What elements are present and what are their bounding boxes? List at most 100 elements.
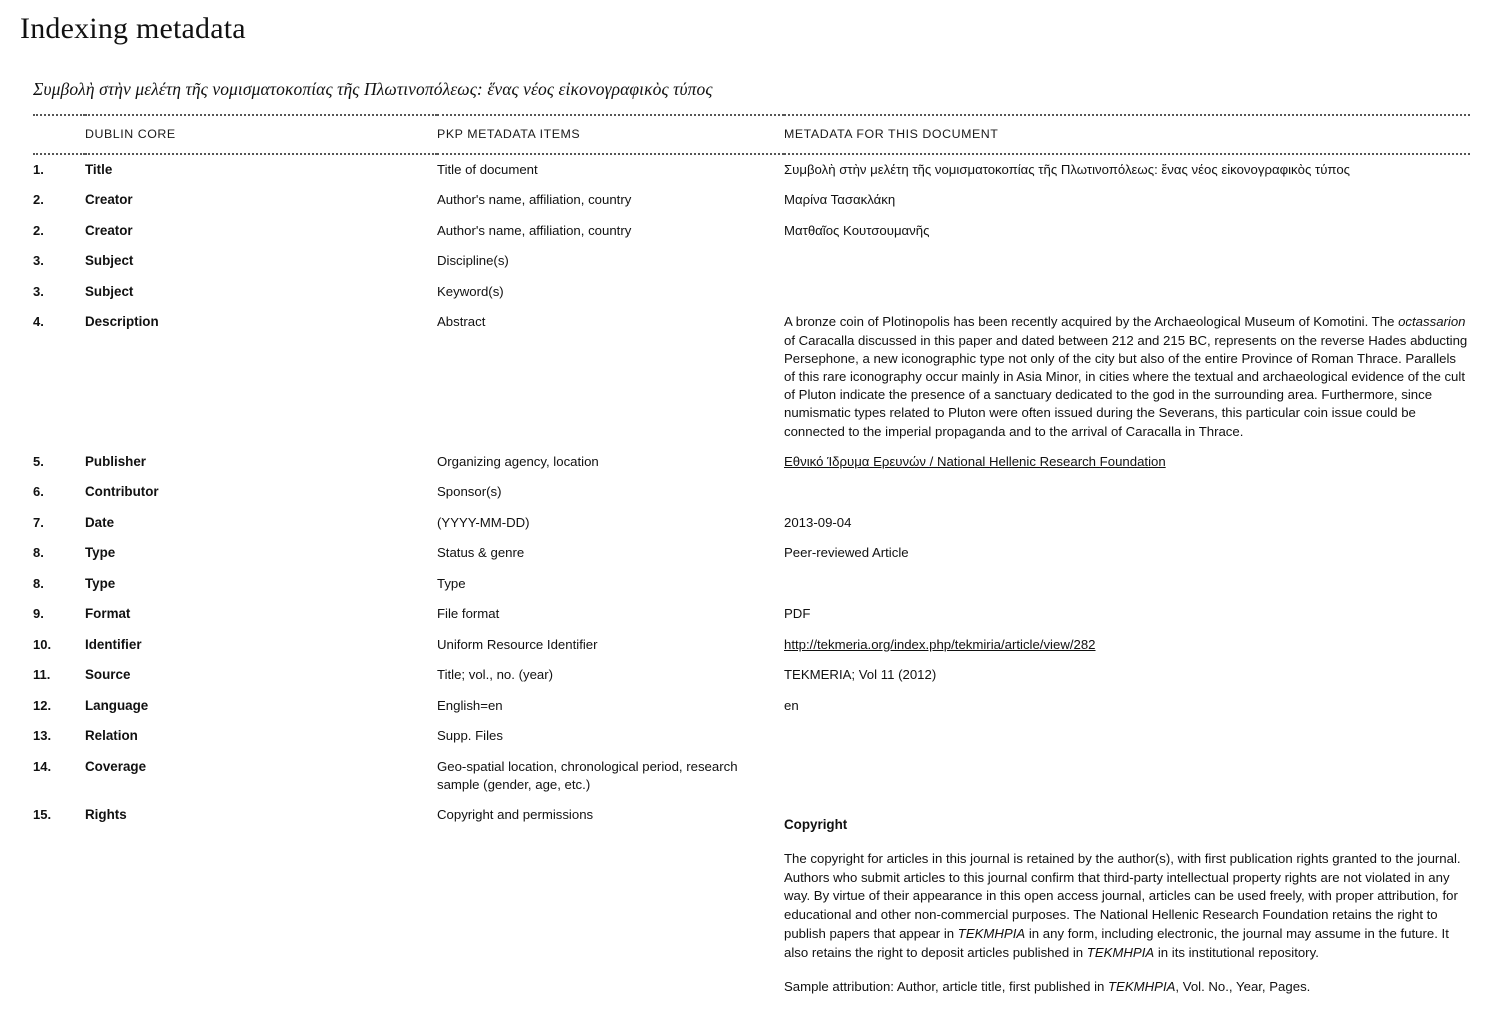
row-pkp-item-label: Uniform Resource Identifier — [437, 636, 598, 652]
row-pkp-item-label: Sponsor(s) — [437, 484, 502, 500]
row-dublin-core-label: Contributor — [85, 484, 159, 500]
row-value-discipline — [784, 246, 1470, 277]
table-row: 9. Format File format PDF — [33, 599, 1470, 630]
table-row: 1. Title Title of document Συμβολὴ στὴν … — [33, 154, 1470, 186]
copyright-block: Copyright The copyright for articles in … — [784, 806, 1470, 997]
row-value-supp-files — [784, 721, 1470, 752]
row-pkp-item-label: English=en — [437, 697, 503, 713]
journal-name-italic: TEKMHPIA — [1108, 979, 1176, 995]
row-pkp-item-label: Type — [437, 575, 466, 591]
row-pkp-item-label: Supp. Files — [437, 728, 503, 744]
row-dublin-core-label: Type — [85, 575, 116, 591]
row-dublin-core-label: Date — [85, 514, 115, 530]
row-value-status-genre: Peer-reviewed Article — [784, 545, 909, 561]
table-row: 2. Creator Author's name, affiliation, c… — [33, 216, 1470, 247]
row-number: 8. — [33, 545, 44, 561]
row-pkp-item-label: Organizing agency, location — [437, 453, 599, 469]
row-pkp-item-label: File format — [437, 606, 500, 622]
journal-name-italic: TEKMHPIA — [957, 925, 1026, 941]
row-value-creator-2: Ματθαῖος Κουτσουμανῆς — [784, 222, 930, 238]
row-number: 12. — [33, 697, 52, 713]
row-value-source: TEKMERIA; Vol 11 (2012) — [784, 667, 937, 683]
row-pkp-item-label: Author's name, affiliation, country — [437, 192, 632, 208]
row-pkp-item-label: Status & genre — [437, 545, 525, 561]
attribution-text-a: Sample attribution: Author, article titl… — [784, 979, 1108, 995]
row-dublin-core-label: Relation — [85, 728, 138, 744]
copyright-text-c: in its institutional repository. — [1154, 944, 1319, 960]
row-pkp-item-label: Title of document — [437, 161, 538, 177]
row-value-abstract: A bronze coin of Plotinopolis has been r… — [784, 307, 1470, 447]
table-row: 14. Coverage Geo-spatial location, chron… — [33, 752, 1470, 800]
row-pkp-item-label: Keyword(s) — [437, 283, 504, 299]
column-header-metadata-for-this-document: METADATA FOR THIS DOCUMENT — [784, 114, 1470, 155]
abstract-part-2: of Caracalla discussed in this paper and… — [784, 332, 1468, 439]
table-row: 8. Type Type — [33, 569, 1470, 600]
table-row: 3. Subject Discipline(s) — [33, 246, 1470, 277]
row-dublin-core-label: Subject — [85, 253, 134, 269]
row-number: 4. — [33, 314, 44, 330]
row-dublin-core-label: Identifier — [85, 636, 142, 652]
attribution-text-b: , Vol. No., Year, Pages. — [1175, 979, 1311, 995]
row-dublin-core-label: Source — [85, 667, 131, 683]
row-number: 6. — [33, 484, 44, 500]
row-value-rights: Copyright The copyright for articles in … — [784, 800, 1470, 1019]
row-number: 3. — [33, 283, 44, 299]
row-dublin-core-label: Coverage — [85, 758, 147, 774]
row-value-file-format: PDF — [784, 606, 811, 622]
indexing-metadata-page: Indexing metadata Συμβολὴ στὴν μελέτη τῆ… — [0, 0, 1502, 1025]
table-row: 11. Source Title; vol., no. (year) TEKME… — [33, 660, 1470, 691]
table-row: 3. Subject Keyword(s) — [33, 277, 1470, 308]
row-value-coverage — [784, 752, 1470, 800]
row-value-date: 2013-09-04 — [784, 514, 852, 530]
row-pkp-item-label: Discipline(s) — [437, 253, 509, 269]
row-number: 1. — [33, 161, 44, 177]
row-value-title: Συμβολὴ στὴν μελέτη τῆς νομισματοκοπίας … — [784, 161, 1351, 177]
table-row: 12. Language English=en en — [33, 691, 1470, 722]
table-header: DUBLIN CORE PKP METADATA ITEMS METADATA … — [33, 114, 1470, 155]
row-value-language: en — [784, 697, 799, 713]
row-number: 14. — [33, 758, 52, 774]
row-number: 9. — [33, 606, 44, 622]
column-header-dublin-core: DUBLIN CORE — [85, 114, 437, 155]
indexing-metadata-table: DUBLIN CORE PKP METADATA ITEMS METADATA … — [33, 114, 1470, 1019]
abstract-part-1: A bronze coin of Plotinopolis has been r… — [784, 314, 1399, 330]
row-number: 2. — [33, 192, 44, 208]
table-row: 5. Publisher Organizing agency, location… — [33, 447, 1470, 478]
document-subtitle: Συμβολὴ στὴν μελέτη τῆς νομισματοκοπίας … — [33, 79, 713, 99]
table-row: 4. Description Abstract A bronze coin of… — [33, 307, 1470, 447]
row-number: 15. — [33, 807, 52, 823]
row-dublin-core-label: Language — [85, 697, 149, 713]
table-row: 15. Rights Copyright and permissions Cop… — [33, 800, 1470, 1019]
row-value-type — [784, 569, 1470, 600]
table-row: 7. Date (YYYY-MM-DD) 2013-09-04 — [33, 508, 1470, 539]
sample-attribution-paragraph: Sample attribution: Author, article titl… — [784, 978, 1470, 997]
row-value-publisher: Εθνικό Ίδρυμα Ερευνών / National Helleni… — [784, 447, 1470, 478]
journal-name-italic: TEKMHPIA — [1086, 944, 1155, 960]
row-number: 13. — [33, 728, 52, 744]
page-title: Indexing metadata — [20, 12, 246, 45]
row-pkp-item-label: Author's name, affiliation, country — [437, 222, 632, 238]
table-row: 10. Identifier Uniform Resource Identifi… — [33, 630, 1470, 661]
row-dublin-core-label: Type — [85, 545, 116, 561]
table-row: 8. Type Status & genre Peer-reviewed Art… — [33, 538, 1470, 569]
row-number: 8. — [33, 575, 44, 591]
copyright-heading: Copyright — [784, 817, 848, 833]
row-dublin-core-label: Publisher — [85, 453, 147, 469]
abstract-italic-term: octassarion — [1398, 314, 1466, 330]
publisher-link[interactable]: Εθνικό Ίδρυμα Ερευνών / National Helleni… — [784, 454, 1166, 469]
row-dublin-core-label: Description — [85, 314, 159, 330]
row-pkp-item-label: Geo-spatial location, chronological peri… — [437, 758, 738, 793]
row-value-sponsor — [784, 477, 1470, 508]
row-number: 10. — [33, 636, 52, 652]
row-dublin-core-label: Format — [85, 606, 131, 622]
row-dublin-core-label: Subject — [85, 283, 134, 299]
row-dublin-core-label: Title — [85, 161, 113, 177]
copyright-paragraph: The copyright for articles in this journ… — [784, 850, 1470, 962]
row-value-keywords — [784, 277, 1470, 308]
table-row: 2. Creator Author's name, affiliation, c… — [33, 185, 1470, 216]
row-number: 5. — [33, 453, 44, 469]
identifier-url-link[interactable]: http://tekmeria.org/index.php/tekmiria/a… — [784, 637, 1096, 652]
abstract-text: A bronze coin of Plotinopolis has been r… — [784, 313, 1470, 441]
row-dublin-core-label: Creator — [85, 222, 133, 238]
row-number: 11. — [33, 667, 51, 683]
